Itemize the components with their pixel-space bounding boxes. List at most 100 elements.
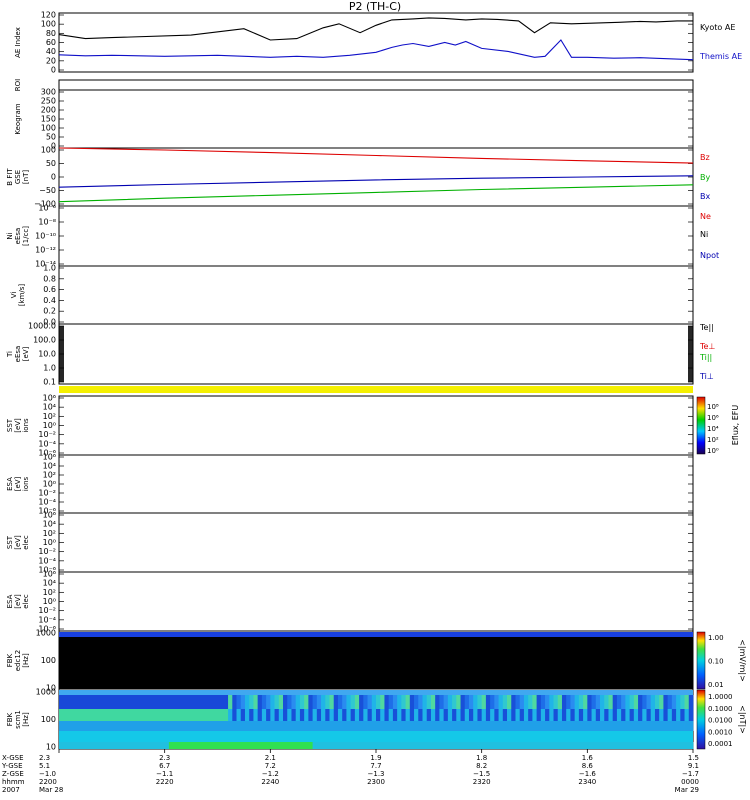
spectrogram-cell bbox=[164, 695, 170, 709]
spectrogram-cell bbox=[452, 709, 457, 721]
spectrogram-cell bbox=[105, 695, 111, 709]
spectrogram-cell bbox=[490, 721, 495, 731]
spectrogram-cell bbox=[232, 695, 237, 709]
spectrogram-cell bbox=[654, 721, 660, 731]
x-tick-label: 2300 bbox=[367, 778, 385, 786]
spectrogram-cell bbox=[181, 695, 187, 709]
spectrogram-cell bbox=[646, 709, 652, 721]
x-tick-label: 8.6 bbox=[582, 762, 594, 770]
legend-label: Themis AE bbox=[699, 52, 742, 61]
x-tick-label: 2340 bbox=[578, 778, 596, 786]
spectrogram-cell bbox=[266, 721, 271, 731]
spectrogram-cell bbox=[316, 742, 322, 749]
y-axis-label: eEsa bbox=[14, 346, 22, 363]
spectrogram-cell bbox=[532, 721, 538, 731]
spectrogram-cell bbox=[371, 742, 377, 749]
spectrogram-cell bbox=[663, 742, 669, 749]
spectrogram-cell bbox=[684, 709, 690, 721]
spectrogram-cell bbox=[519, 742, 525, 749]
y-tick-label: 10 bbox=[46, 743, 56, 752]
spectrogram-cell bbox=[494, 695, 499, 709]
spectrogram-cell bbox=[439, 721, 445, 731]
spectrogram-cell bbox=[376, 709, 381, 721]
fbk-edc-band bbox=[59, 632, 693, 637]
spectrogram-cell bbox=[642, 721, 647, 731]
panel-frame bbox=[58, 12, 694, 73]
spectrogram-cell bbox=[321, 721, 326, 731]
spectrogram-cell bbox=[540, 721, 546, 731]
spectrogram-cell bbox=[671, 695, 677, 709]
spectrogram-cell bbox=[633, 695, 639, 709]
spectrogram-cell bbox=[612, 709, 618, 721]
spectrogram-cell bbox=[443, 709, 449, 721]
y-tick-label: 10² bbox=[43, 471, 56, 480]
spectrogram-cell bbox=[321, 695, 326, 709]
spectrogram-cell bbox=[511, 709, 516, 721]
spectrogram-cell bbox=[570, 709, 576, 721]
spectrogram-cell bbox=[392, 695, 398, 709]
spectrogram-cell bbox=[139, 695, 144, 709]
spectrogram-cell bbox=[257, 742, 263, 749]
spectrogram-cell bbox=[595, 742, 601, 749]
spectrogram-cell bbox=[122, 721, 128, 731]
panel-vi: Vi [km/s]1.00.80.60.40.20.0 bbox=[10, 264, 694, 327]
spectrogram-cell bbox=[228, 721, 233, 731]
spectrogram-cell bbox=[574, 695, 580, 709]
spectrogram-cell bbox=[659, 695, 664, 709]
spectrogram-cell bbox=[439, 695, 445, 709]
spectrogram-cell bbox=[574, 721, 580, 731]
spectrogram-cell bbox=[638, 721, 643, 731]
y-tick-label: 100.0 bbox=[33, 336, 56, 345]
x-tick-label: 1.6 bbox=[582, 754, 594, 762]
y-tick-label: 1.0 bbox=[43, 264, 56, 273]
spectrogram-cell bbox=[63, 742, 68, 749]
panel-frame bbox=[58, 395, 694, 456]
x-tick-label: Mar 28 bbox=[39, 786, 63, 794]
spectrogram-cell bbox=[621, 721, 626, 731]
spectrogram-cell bbox=[553, 721, 559, 731]
spectrogram-cell bbox=[75, 695, 81, 709]
spectrogram-cell bbox=[342, 721, 347, 731]
spectrogram-cell bbox=[80, 695, 85, 709]
y-axis-label: [nT] bbox=[22, 170, 30, 184]
y-axis-label: [eV] bbox=[14, 535, 22, 550]
spectrogram-cell bbox=[139, 709, 144, 721]
spectrogram-cell bbox=[519, 721, 525, 731]
spectrogram-cell bbox=[397, 709, 402, 721]
spectrogram-cell bbox=[642, 742, 647, 749]
spectrogram-cell bbox=[80, 709, 85, 721]
spectrogram-cell bbox=[185, 709, 191, 721]
spectrogram-cell bbox=[304, 742, 309, 749]
spectrogram-cell bbox=[435, 742, 440, 749]
spectrogram-cell bbox=[206, 742, 212, 749]
series-line-bz bbox=[58, 147, 694, 164]
y-tick-label: 10⁶ bbox=[43, 511, 56, 520]
spectrogram-cell bbox=[139, 742, 144, 749]
spectrogram-cell bbox=[59, 709, 64, 721]
spectrogram-cell bbox=[109, 695, 115, 709]
spectrogram-cell bbox=[481, 695, 487, 709]
spectrogram-cell bbox=[561, 695, 567, 709]
series-line-bx bbox=[58, 175, 694, 188]
spectrogram-cell bbox=[654, 709, 660, 721]
spectrogram-cell bbox=[118, 709, 123, 721]
spectrogram-cell bbox=[676, 742, 681, 749]
y-tick-label: 10⁻⁴ bbox=[38, 439, 56, 448]
spectrogram-cell bbox=[236, 742, 242, 749]
spectrogram-cell bbox=[587, 709, 592, 721]
spectrogram-cell bbox=[380, 721, 385, 731]
spectrogram-cell bbox=[308, 709, 313, 721]
spectrogram-cell bbox=[185, 742, 191, 749]
spectrogram-cell bbox=[642, 695, 647, 709]
y-axis-label: SST bbox=[6, 535, 14, 549]
spectrogram-cell bbox=[274, 695, 280, 709]
y-tick-label: 10⁻² bbox=[38, 489, 56, 498]
x-axis-row-label: Z-GSE bbox=[2, 770, 24, 778]
series-line-themis-ae bbox=[58, 39, 694, 61]
spectrogram-cell bbox=[650, 742, 656, 749]
spectrogram-cell bbox=[122, 709, 128, 721]
colorbar-tick-label: 0.0010 bbox=[708, 728, 733, 736]
y-axis-label: edc12 bbox=[14, 650, 22, 672]
spectrogram-cell bbox=[671, 721, 677, 731]
spectrogram-cell bbox=[473, 721, 478, 731]
